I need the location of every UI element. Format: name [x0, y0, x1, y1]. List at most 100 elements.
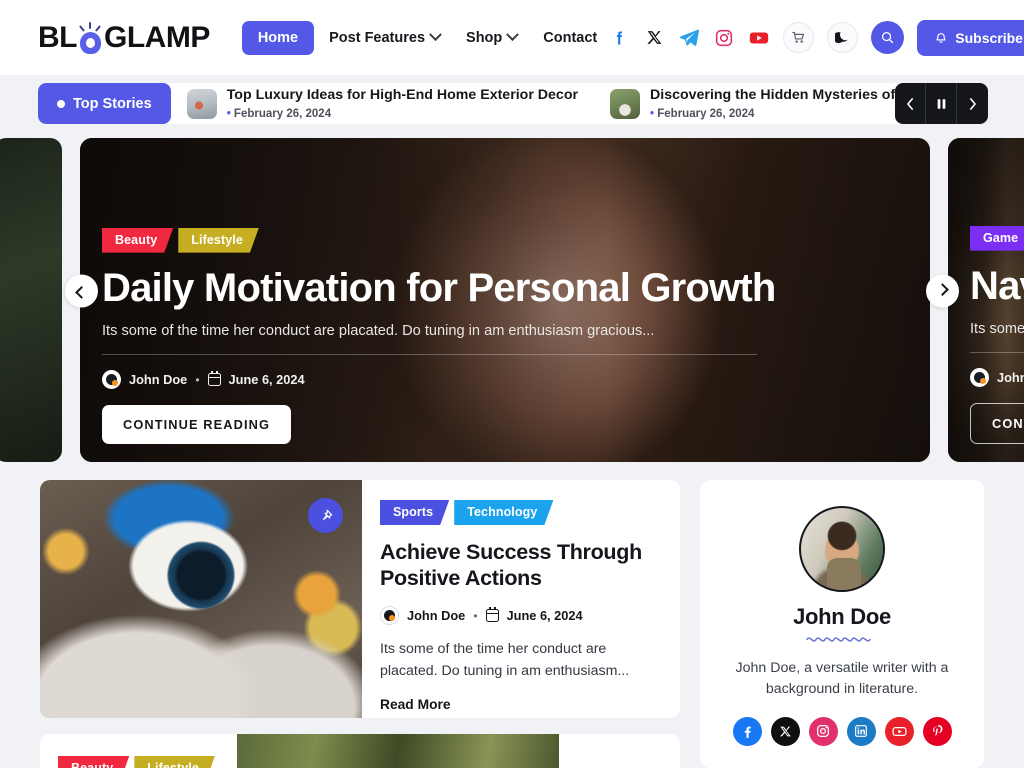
post-date: June 6, 2024	[506, 608, 583, 624]
ticker-item-title: Discovering the Hidden Mysteries of Petr…	[650, 86, 935, 103]
tag-lifestyle[interactable]: Lifestyle	[134, 756, 215, 768]
hero-next-content: Game Nav Its some John CONT	[970, 226, 1024, 444]
tag-technology[interactable]: Technology	[454, 500, 553, 525]
calendar-icon	[485, 607, 499, 623]
hero-next-title[interactable]: Nav	[970, 264, 1024, 307]
post-thumbnail[interactable]	[40, 480, 362, 718]
read-more-link[interactable]: Read More	[380, 697, 658, 712]
top-stories-badge[interactable]: Top Stories	[38, 83, 171, 124]
moon-icon	[835, 32, 849, 44]
hero-date: June 6, 2024	[228, 372, 305, 387]
main-navigation: Home Post Features Shop Contact	[241, 20, 608, 55]
hero-next-author[interactable]: John	[997, 370, 1024, 385]
ticker-pause-button[interactable]	[926, 83, 957, 124]
posts-column: Sports Technology Achieve Success Throug…	[40, 480, 680, 768]
ticker-items: Top Luxury Ideas for High-End Home Exter…	[171, 86, 988, 122]
pause-icon	[937, 98, 945, 109]
hero-tags: Beauty Lifestyle	[102, 228, 900, 253]
ticker-item-title: Top Luxury Ideas for High-End Home Exter…	[226, 86, 579, 103]
tag-sports[interactable]: Sports	[380, 500, 449, 525]
instagram-icon[interactable]	[713, 27, 735, 49]
tag-lifestyle[interactable]: Lifestyle	[178, 228, 259, 253]
author-bio: John Doe, a versatile writer with a back…	[735, 660, 949, 698]
hero-slide-previous[interactable]	[0, 138, 62, 462]
nav-item-contact[interactable]: Contact	[532, 22, 608, 54]
top-stories-bar: Top Stories Top Luxury Ideas for High-En…	[0, 75, 1024, 124]
lamp-bulb-icon	[78, 22, 103, 54]
youtube-icon[interactable]	[748, 27, 770, 49]
search-icon	[882, 31, 894, 44]
hero-excerpt: Its some of the time her conduct are pla…	[102, 323, 655, 339]
subscribe-button[interactable]: Subscribe	[917, 19, 1024, 56]
cart-icon	[792, 31, 805, 43]
hero-prev-arrow-button[interactable]	[65, 274, 98, 308]
ticker-prev-button[interactable]	[895, 83, 926, 124]
hero-slide-next[interactable]: Game Nav Its some John CONT	[948, 138, 1024, 462]
facebook-icon[interactable]	[732, 716, 762, 746]
linkedin-icon[interactable]	[846, 716, 876, 746]
author-socials	[720, 716, 964, 746]
facebook-icon[interactable]	[608, 27, 630, 49]
post-card: Beauty Lifestyle	[40, 734, 680, 768]
calendar-icon	[207, 371, 221, 386]
hero-author[interactable]: John Doe	[129, 372, 187, 387]
meta-separator: •	[195, 372, 200, 387]
logo-text-part2: GLAMP	[104, 20, 210, 54]
chevron-down-icon	[429, 28, 442, 42]
nav-item-label: Home	[257, 29, 299, 46]
tag-game[interactable]: Game	[970, 226, 1024, 251]
subscribe-label: Subscribe	[955, 29, 1023, 46]
ticker-item-date: • February 26, 2024	[226, 107, 332, 120]
post-title[interactable]: Achieve Success Through Positive Actions	[380, 539, 658, 591]
hero-next-arrow-button[interactable]	[926, 274, 959, 308]
post-excerpt: Its some of the time her conduct are pla…	[380, 641, 630, 680]
nav-item-label: Post Features	[329, 29, 426, 46]
site-logo[interactable]: BL GLAMP	[38, 21, 210, 55]
post-author[interactable]: John Doe	[407, 608, 465, 623]
sidebar: John Doe John Doe, a versatile writer wi…	[700, 480, 984, 768]
logo-text-part1: BL	[38, 20, 78, 54]
post-tags: Sports Technology	[380, 500, 658, 525]
live-dot-icon	[57, 99, 65, 108]
hero-next-tags: Game	[970, 226, 1014, 251]
post-thumbnail[interactable]	[236, 734, 559, 768]
pin-button[interactable]	[308, 498, 343, 533]
pin-icon	[322, 509, 332, 520]
x-twitter-icon[interactable]	[643, 27, 665, 49]
ticker-item[interactable]: Top Luxury Ideas for High-End Home Exter…	[171, 86, 594, 122]
hero-slider: Beauty Lifestyle Daily Motivation for Pe…	[0, 138, 1024, 462]
ticker-controls	[895, 83, 988, 124]
meta-separator: •	[473, 608, 478, 623]
squiggle-divider-icon	[806, 637, 871, 642]
ticker-next-button[interactable]	[957, 83, 988, 124]
hero-next-continue-reading-button[interactable]: CONT	[970, 403, 1024, 444]
tag-beauty[interactable]: Beauty	[58, 756, 129, 768]
hero-meta: John Doe • June 6, 2024	[102, 370, 900, 389]
tag-beauty[interactable]: Beauty	[102, 228, 173, 253]
site-header: BL GLAMP Home Post Features Shop Contact	[0, 0, 1024, 75]
search-button[interactable]	[871, 21, 905, 54]
ticker-thumbnail	[610, 88, 641, 119]
instagram-icon[interactable]	[808, 716, 838, 746]
author-avatar-icon	[102, 370, 121, 389]
dark-mode-toggle[interactable]	[827, 22, 859, 53]
hero-slide-active: Beauty Lifestyle Daily Motivation for Pe…	[80, 138, 930, 462]
nav-item-home[interactable]: Home	[241, 20, 315, 55]
hero-next-divider	[970, 352, 1024, 353]
top-stories-label: Top Stories	[73, 95, 152, 112]
ticker: Top Stories Top Luxury Ideas for High-En…	[38, 83, 988, 124]
hero-title[interactable]: Daily Motivation for Personal Growth	[102, 266, 900, 309]
cart-button[interactable]	[783, 22, 815, 53]
author-name: John Doe	[793, 604, 891, 629]
nav-item-post-features[interactable]: Post Features	[318, 22, 451, 54]
pinterest-icon[interactable]	[922, 716, 952, 746]
telegram-icon[interactable]	[678, 27, 700, 49]
author-avatar-icon	[970, 368, 989, 387]
hero-continue-reading-button[interactable]: CONTINUE READING	[102, 405, 291, 444]
hero-next-meta: John	[970, 368, 1024, 387]
youtube-icon[interactable]	[884, 716, 914, 746]
x-twitter-icon[interactable]	[770, 716, 800, 746]
nav-item-shop[interactable]: Shop	[455, 22, 528, 54]
hero-content: Beauty Lifestyle Daily Motivation for Pe…	[102, 228, 900, 444]
author-avatar-icon	[380, 606, 399, 626]
